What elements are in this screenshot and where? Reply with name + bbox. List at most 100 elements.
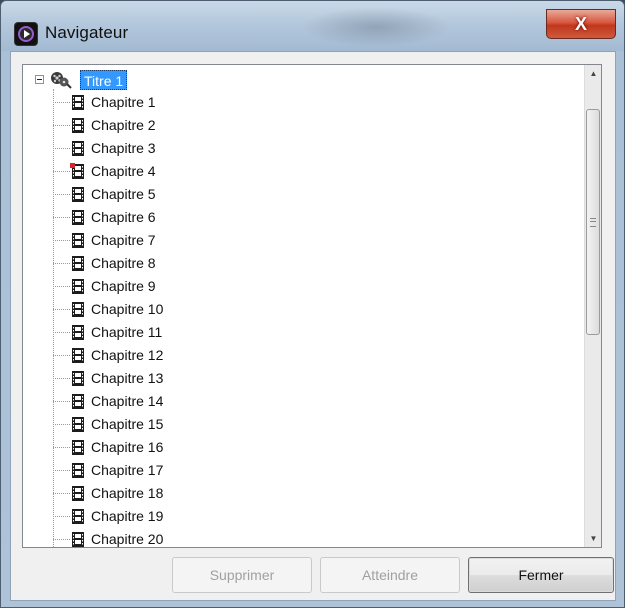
tree-chapter-item[interactable]: Chapitre 12 [53,344,233,367]
film-strip-icon [70,255,86,277]
close-button[interactable]: Fermer [468,557,614,593]
film-strip-icon [70,209,86,231]
tree-chapter-item[interactable]: Chapitre 11 [53,321,233,344]
film-strip-icon [70,485,86,507]
app-icon [15,23,37,45]
window-title: Navigateur [45,23,129,42]
tree-chapter-item[interactable]: Chapitre 3 [53,137,233,160]
tree-chapter-label[interactable]: Chapitre 7 [91,229,156,252]
tree-chapter-label[interactable]: Chapitre 6 [91,206,156,229]
tree-chapter-label[interactable]: Chapitre 12 [91,344,163,367]
tree-connector-branch [53,171,70,172]
tree-chapter-label[interactable]: Chapitre 4 [91,160,156,183]
tree-chapter-item[interactable]: Chapitre 20 [53,528,233,547]
tree-chapter-item[interactable]: Chapitre 5 [53,183,233,206]
tree-content: Titre 1 Chapitre 1 Chapitre 2 Chapitre 3 Ch… [23,65,583,547]
film-strip-icon [70,508,86,530]
tree-chapter-label[interactable]: Chapitre 2 [91,114,156,137]
collapse-toggle-icon[interactable] [35,75,44,84]
tree-chapter-item[interactable]: Chapitre 17 [53,459,233,482]
close-window-button[interactable]: X [546,9,616,39]
film-strip-icon [70,186,86,208]
tree-chapter-label[interactable]: Chapitre 17 [91,459,163,482]
film-strip-icon [70,301,86,323]
vertical-scrollbar[interactable]: ▲ ▼ [584,65,601,547]
tree-chapter-label[interactable]: Chapitre 8 [91,252,156,275]
tree-connector-branch [53,217,70,218]
tree-chapter-item[interactable]: Chapitre 16 [53,436,233,459]
tree-connector-branch [53,125,70,126]
grip-icon [590,218,596,227]
tree-connector-branch [53,516,70,517]
tree-connector-branch [53,286,70,287]
navigator-dialog: Navigateur X Titre 1 Chapitre 1 Chapitre… [0,0,625,608]
tree-chapter-label[interactable]: Chapitre 18 [91,482,163,505]
tree-chapter-item[interactable]: Chapitre 10 [53,298,233,321]
tree-connector-branch [53,401,70,402]
tree-connector-branch [53,355,70,356]
tree-chapter-label[interactable]: Chapitre 15 [91,413,163,436]
film-strip-icon [70,370,86,392]
tree-chapter-item[interactable]: Chapitre 7 [53,229,233,252]
tree-chapter-item[interactable]: Chapitre 2 [53,114,233,137]
film-strip-icon [70,140,86,162]
tree-chapter-label[interactable]: Chapitre 16 [91,436,163,459]
close-icon: X [574,13,587,34]
tree-connector-branch [53,309,70,310]
tree-chapter-item[interactable]: Chapitre 8 [53,252,233,275]
scroll-thumb[interactable] [586,109,600,335]
film-strip-icon [70,531,86,547]
tree-chapter-label[interactable]: Chapitre 1 [91,91,156,114]
film-strip-icon [70,278,86,300]
background-blur [301,7,451,47]
tree-chapter-label[interactable]: Chapitre 13 [91,367,163,390]
film-strip-icon [70,232,86,254]
film-strip-icon [70,347,86,369]
dialog-client-area: Titre 1 Chapitre 1 Chapitre 2 Chapitre 3 Ch… [10,51,616,601]
tree-connector-branch [53,194,70,195]
tree-root-node[interactable]: Titre 1 [27,69,227,91]
tree-root-label[interactable]: Titre 1 [80,70,128,90]
delete-button[interactable]: Supprimer [172,557,312,593]
film-strip-icon [70,94,86,116]
chapter-tree-view[interactable]: Titre 1 Chapitre 1 Chapitre 2 Chapitre 3 Ch… [22,64,602,548]
tree-connector-branch [53,102,70,103]
tree-connector-branch [53,447,70,448]
tree-chapter-label[interactable]: Chapitre 11 [91,321,162,344]
tree-chapter-item[interactable]: Chapitre 18 [53,482,233,505]
film-strip-marked-icon [70,163,86,185]
tree-chapter-item[interactable]: Chapitre 6 [53,206,233,229]
tree-chapter-label[interactable]: Chapitre 5 [91,183,156,206]
film-strip-icon [70,117,86,139]
tree-chapter-item[interactable]: Chapitre 9 [53,275,233,298]
scroll-up-button[interactable]: ▲ [585,65,601,82]
arrow-down-icon: ▼ [589,534,598,543]
film-strip-icon [70,462,86,484]
tree-chapter-label[interactable]: Chapitre 14 [91,390,163,413]
tree-chapter-item[interactable]: Chapitre 4 [53,160,233,183]
tree-connector-branch [53,493,70,494]
tree-chapter-item[interactable]: Chapitre 13 [53,367,233,390]
tree-chapter-label[interactable]: Chapitre 10 [91,298,163,321]
tree-chapter-label[interactable]: Chapitre 20 [91,528,163,547]
film-strip-icon [70,393,86,415]
tree-connector-branch [53,240,70,241]
tree-chapter-item[interactable]: Chapitre 15 [53,413,233,436]
film-strip-icon [70,324,86,346]
tree-chapter-label[interactable]: Chapitre 19 [91,505,163,528]
scroll-down-button[interactable]: ▼ [585,530,601,547]
tree-connector-branch [53,263,70,264]
tree-connector-branch [53,148,70,149]
film-strip-icon [70,439,86,461]
tree-connector-branch [53,470,70,471]
tree-chapter-item[interactable]: Chapitre 14 [53,390,233,413]
tree-chapter-label[interactable]: Chapitre 9 [91,275,156,298]
tree-connector-branch [53,378,70,379]
title-bar[interactable]: Navigateur X [1,1,624,51]
film-strip-icon [70,416,86,438]
goto-button[interactable]: Atteindre [320,557,460,593]
tree-chapter-label[interactable]: Chapitre 3 [91,137,156,160]
tree-connector-branch [53,332,70,333]
tree-chapter-item[interactable]: Chapitre 1 [53,91,233,114]
tree-chapter-item[interactable]: Chapitre 19 [53,505,233,528]
